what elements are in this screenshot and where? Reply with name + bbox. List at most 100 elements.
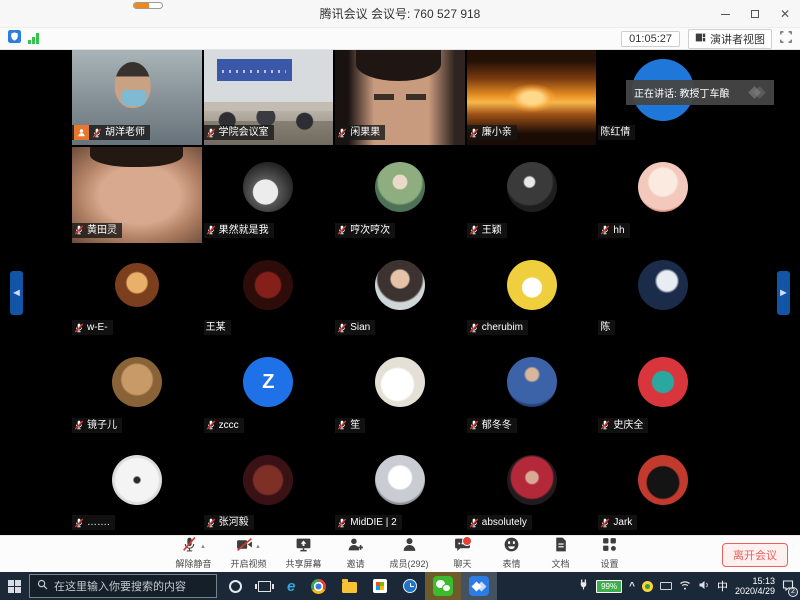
participant-name-label: w-E- xyxy=(72,320,113,335)
mic-muted-icon xyxy=(337,420,347,430)
taskbar-app-clock[interactable] xyxy=(395,572,425,600)
leave-meeting-button[interactable]: 离开会议 xyxy=(722,543,788,567)
mic-muted-icon xyxy=(206,518,216,528)
chat-button[interactable]: 聊天 xyxy=(448,539,478,570)
participant-name: ……. xyxy=(87,515,110,530)
participant-tile[interactable]: 胡洋老师 xyxy=(72,50,202,145)
participant-name-label: Jark xyxy=(598,515,637,530)
participant-tile[interactable]: MidDIE | 2 xyxy=(335,440,465,535)
participant-name-label: 王颖 xyxy=(467,223,507,238)
members-button[interactable]: 成员(292) xyxy=(390,539,429,570)
emoji-button[interactable]: 表情 xyxy=(497,539,527,570)
documents-button[interactable]: 文档 xyxy=(546,539,576,570)
participant-tile[interactable]: Zzccc xyxy=(204,342,334,437)
participant-name: 镜子儿 xyxy=(87,418,117,433)
cortana-button[interactable] xyxy=(221,572,250,600)
speaker-view-icon xyxy=(695,32,706,46)
settings-button[interactable]: 设置 xyxy=(595,539,625,570)
mic-options-caret-icon[interactable]: ▲ xyxy=(200,544,206,550)
participant-name-label: 果然就是我 xyxy=(204,223,274,238)
participant-tile[interactable]: 学院会议室 xyxy=(204,50,334,145)
participant-name-label: absolutely xyxy=(467,515,532,530)
participant-tile[interactable]: 哼次哼次 xyxy=(335,147,465,242)
participant-tile[interactable]: 黄田灵 xyxy=(72,147,202,242)
participant-tile[interactable]: Sian xyxy=(335,245,465,340)
start-video-button[interactable]: ▲ 开启视频 xyxy=(230,539,266,570)
tencent-meeting-icon xyxy=(469,576,489,596)
minimize-button[interactable] xyxy=(718,7,732,21)
battery-indicator[interactable]: 99% xyxy=(596,580,622,593)
document-icon xyxy=(552,536,569,558)
maximize-button[interactable] xyxy=(748,7,762,21)
share-screen-button[interactable]: 共享屏幕 xyxy=(286,539,322,570)
action-center-button[interactable]: 2 xyxy=(782,579,794,594)
taskbar-app-tencent-meeting[interactable] xyxy=(461,572,497,600)
ime-indicator[interactable]: 中 xyxy=(717,578,728,594)
video-options-caret-icon[interactable]: ▲ xyxy=(255,544,261,550)
chat-label: 聊天 xyxy=(454,557,472,570)
participant-name-label: 胡洋老师 xyxy=(72,125,150,140)
avatar xyxy=(112,357,162,407)
participant-name-label: 郁冬冬 xyxy=(467,418,517,433)
participant-tile[interactable]: 果然就是我 xyxy=(204,147,334,242)
mic-muted-icon xyxy=(600,518,610,528)
participant-tile[interactable]: Jark xyxy=(598,440,728,535)
folder-icon xyxy=(342,582,357,593)
mic-muted-icon xyxy=(600,225,610,235)
start-button[interactable] xyxy=(0,572,29,600)
invite-button[interactable]: 邀请 xyxy=(341,539,371,570)
unmute-button[interactable]: ▲ 解除静音 xyxy=(175,539,211,570)
participant-tile[interactable]: ……. xyxy=(72,440,202,535)
avatar xyxy=(507,357,557,407)
mic-muted-icon xyxy=(181,536,198,558)
mic-muted-icon xyxy=(74,420,84,430)
share-screen-label: 共享屏幕 xyxy=(286,557,322,570)
avatar xyxy=(115,263,159,307)
taskbar-app-store[interactable] xyxy=(365,572,395,600)
participant-name: 张河毅 xyxy=(219,515,249,530)
participant-tile[interactable]: 王颖 xyxy=(467,147,597,242)
tray-expand-chevron-icon[interactable]: ^ xyxy=(629,581,635,592)
speaker-view-label: 演讲者视图 xyxy=(710,31,765,47)
participant-tile[interactable]: absolutely xyxy=(467,440,597,535)
tray-device-icon[interactable] xyxy=(660,582,672,590)
participant-tile[interactable]: w-E- xyxy=(72,245,202,340)
participant-tile[interactable]: cherubim xyxy=(467,245,597,340)
close-button[interactable]: ✕ xyxy=(778,7,792,21)
mic-muted-icon xyxy=(600,420,610,430)
participant-tile[interactable]: 闲果果 xyxy=(335,50,465,145)
taskbar-clock[interactable]: 15:13 2020/4/29 xyxy=(735,576,775,596)
previous-page-button[interactable]: ◄ xyxy=(10,271,23,315)
task-view-button[interactable] xyxy=(250,572,279,600)
participant-name: 廉小亲 xyxy=(482,125,512,140)
taskbar-app-file-explorer[interactable] xyxy=(334,572,365,600)
microsoft-store-icon xyxy=(373,579,387,593)
notification-badge: 2 xyxy=(788,587,798,597)
participant-tile[interactable]: hh xyxy=(598,147,728,242)
participant-tile[interactable]: 史庆全 xyxy=(598,342,728,437)
participant-tile[interactable]: 王某 xyxy=(204,245,334,340)
taskbar-app-wechat[interactable] xyxy=(425,572,461,600)
wifi-icon[interactable] xyxy=(679,579,691,594)
participant-tile[interactable]: 陈 xyxy=(598,245,728,340)
participant-name: 胡洋老师 xyxy=(105,125,145,140)
participant-tile[interactable]: 张河毅 xyxy=(204,440,334,535)
participant-tile[interactable]: 镜子儿 xyxy=(72,342,202,437)
taskbar-search-input[interactable]: 在这里输入你要搜索的内容 xyxy=(29,574,217,598)
avatar xyxy=(638,357,688,407)
next-page-button[interactable]: ► xyxy=(777,271,790,315)
participant-tile[interactable]: 笙 xyxy=(335,342,465,437)
chat-unread-badge xyxy=(462,536,472,546)
recording-indicator-icon xyxy=(133,2,163,9)
taskbar-app-chrome[interactable] xyxy=(303,572,334,600)
participant-tile[interactable]: 郁冬冬 xyxy=(467,342,597,437)
fullscreen-icon[interactable] xyxy=(780,30,792,48)
tray-app-icon[interactable] xyxy=(642,581,653,592)
taskbar-app-ie[interactable]: e xyxy=(279,572,303,600)
volume-icon[interactable] xyxy=(698,579,710,594)
participant-name-label: Sian xyxy=(335,320,375,335)
speaker-view-button[interactable]: 演讲者视图 xyxy=(688,29,772,49)
members-label: 成员(292) xyxy=(390,557,429,570)
avatar xyxy=(375,260,425,310)
participant-tile[interactable]: 廉小亲 xyxy=(467,50,597,145)
